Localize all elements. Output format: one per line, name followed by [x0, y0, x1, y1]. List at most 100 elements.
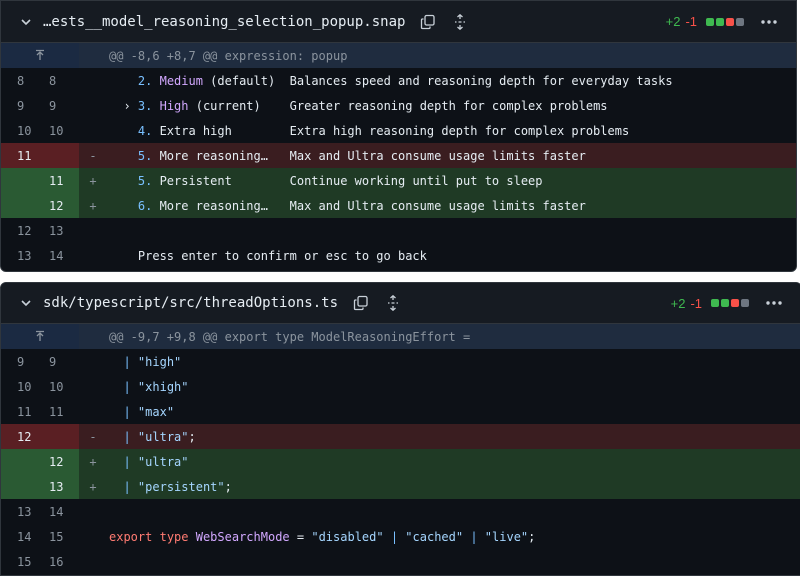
chevron-down-icon[interactable]: [19, 296, 33, 310]
file-name[interactable]: sdk/typescript/src/threadOptions.ts: [43, 295, 338, 311]
expand-up-icon[interactable]: [1, 43, 79, 68]
old-line-number[interactable]: 9: [1, 355, 49, 369]
line-number-gutter: 12: [1, 193, 79, 218]
diffstat-block-neutral: [736, 17, 744, 26]
line-number-gutter: 11 11: [1, 399, 79, 424]
old-line-number[interactable]: 10: [1, 124, 49, 138]
line-number-gutter: 10 10: [1, 374, 79, 399]
code-line: | "high": [123, 354, 182, 369]
diffstat-blocks: [711, 299, 749, 307]
line-number-gutter: 13 14: [1, 243, 79, 268]
line-number-gutter: 12: [1, 449, 79, 474]
diffstat-block-del: [731, 299, 739, 307]
new-line-number[interactable]: 15: [49, 530, 79, 544]
line-number-gutter: 12: [1, 424, 79, 449]
diff-line: 12 + | "ultra": [1, 449, 800, 474]
code-line: 6. More reasoning… Max and Ultra consume…: [137, 198, 586, 213]
new-line-number[interactable]: 16: [49, 555, 79, 569]
old-line-number[interactable]: 11: [1, 405, 49, 419]
new-line-number[interactable]: 14: [49, 249, 79, 263]
unfold-icon[interactable]: [451, 13, 469, 31]
line-number-gutter: 11: [1, 168, 79, 193]
diff-line: 10 10 | "xhigh": [1, 374, 800, 399]
kebab-icon[interactable]: [765, 283, 783, 323]
diff-line: 11 - 5. More reasoning… Max and Ultra con…: [1, 143, 796, 168]
old-line-number[interactable]: 13: [1, 249, 49, 263]
new-line-number[interactable]: 10: [49, 124, 79, 138]
new-line-number[interactable]: 8: [49, 74, 79, 88]
diff-line: 15 16: [1, 549, 800, 574]
code-line: Press enter to confirm or esc to go back: [109, 248, 427, 263]
file-name[interactable]: …ests__model_reasoning_selection_popup.s…: [43, 14, 405, 30]
line-number-gutter: 99: [1, 93, 79, 118]
diff-sign: -: [89, 148, 97, 163]
code-line: export type WebSearchMode = "disabled" |…: [109, 529, 536, 544]
new-line-number[interactable]: 10: [49, 380, 79, 394]
new-line-number[interactable]: 9: [49, 355, 79, 369]
old-line-number[interactable]: 9: [1, 99, 49, 113]
old-line-number[interactable]: 14: [1, 530, 49, 544]
diff-line: 12 13: [1, 218, 796, 243]
file-header: sdk/typescript/src/threadOptions.ts +2 -…: [1, 283, 800, 324]
code-line: | "ultra";: [123, 429, 196, 444]
file-header: …ests__model_reasoning_selection_popup.s…: [1, 1, 796, 43]
code-line: | "xhigh": [123, 379, 189, 394]
new-line-number[interactable]: 11: [49, 174, 79, 188]
old-line-number[interactable]: 12: [1, 224, 49, 238]
diff-lines: 99 | "high" 10 10 | "xhigh" 11 11 | "max" 12-…: [1, 349, 800, 574]
diffstat-block-add: [716, 17, 724, 26]
diff-line: 99 | "high": [1, 349, 800, 374]
expand-up-icon[interactable]: [1, 324, 79, 349]
old-line-number[interactable]: 10: [1, 380, 49, 394]
new-line-number[interactable]: 14: [49, 505, 79, 519]
copy-icon[interactable]: [352, 294, 370, 312]
new-line-number[interactable]: 9: [49, 99, 79, 113]
code-line: 5. Persistent Continue working until put…: [137, 173, 543, 188]
diffstat-block-neutral: [741, 299, 749, 307]
diff-sign: +: [89, 454, 97, 469]
line-number-gutter: 13 14: [1, 499, 79, 524]
old-line-number[interactable]: 13: [1, 505, 49, 519]
diff-stats: +2 -1: [666, 1, 744, 42]
unfold-icon[interactable]: [384, 294, 402, 312]
new-line-number[interactable]: 11: [49, 405, 79, 419]
line-number-gutter: 88: [1, 68, 79, 93]
code-line: | "max": [123, 404, 175, 419]
diff-sign: -: [89, 429, 97, 444]
old-line-number[interactable]: 12: [1, 430, 49, 444]
diff-line: 13 + | "persistent";: [1, 474, 800, 499]
old-line-number[interactable]: 15: [1, 555, 49, 569]
hunk-header-row: @@ -9,7 +9,8 @@ export type ModelReasoni…: [1, 324, 800, 349]
diff-lines: 88 2. Medium (default) Balances speed an…: [1, 68, 796, 268]
new-line-number[interactable]: 12: [49, 455, 79, 469]
deletions-count: -1: [685, 14, 697, 29]
code-line: 2. Medium (default) Balances speed and r…: [137, 73, 673, 88]
code-line: | "persistent";: [123, 479, 232, 494]
old-line-number[interactable]: 8: [1, 74, 49, 88]
deletions-count: -1: [690, 295, 702, 311]
hunk-header: @@ -9,7 +9,8 @@ export type ModelReasoni…: [109, 329, 471, 344]
diff-sign: +: [89, 479, 97, 494]
line-number-gutter: 14 15: [1, 524, 79, 549]
diffstat-block-add: [706, 17, 714, 26]
diff-line: 13 14: [1, 499, 800, 524]
new-line-number[interactable]: 13: [49, 224, 79, 238]
hunk-header-row: @@ -8,6 +8,7 @@ expression: popup: [1, 43, 796, 68]
diff-line: 12 - | "ultra";: [1, 424, 800, 449]
old-line-number[interactable]: 11: [1, 149, 49, 163]
hunk-header: @@ -8,6 +8,7 @@ expression: popup: [109, 48, 348, 63]
chevron-down-icon[interactable]: [19, 15, 33, 29]
new-line-number[interactable]: 12: [49, 199, 79, 213]
code-line: | "ultra": [123, 454, 189, 469]
diff-line: 12 + 6. More reasoning… Max and Ultra con…: [1, 193, 796, 218]
diff-line: 13 14 Press enter to confirm or esc to go…: [1, 243, 796, 268]
diff-line: 11 + 5. Persistent Continue working until…: [1, 168, 796, 193]
additions-count: +2: [670, 295, 686, 311]
diff-line: 10 10 4. Extra high Extra high reasoning …: [1, 118, 796, 143]
diff-sign: +: [89, 173, 97, 188]
code-line: 5. More reasoning… Max and Ultra consume…: [137, 148, 586, 163]
kebab-icon[interactable]: [760, 1, 778, 42]
copy-icon[interactable]: [419, 13, 437, 31]
diff-line: 88 2. Medium (default) Balances speed an…: [1, 68, 796, 93]
new-line-number[interactable]: 13: [49, 480, 79, 494]
